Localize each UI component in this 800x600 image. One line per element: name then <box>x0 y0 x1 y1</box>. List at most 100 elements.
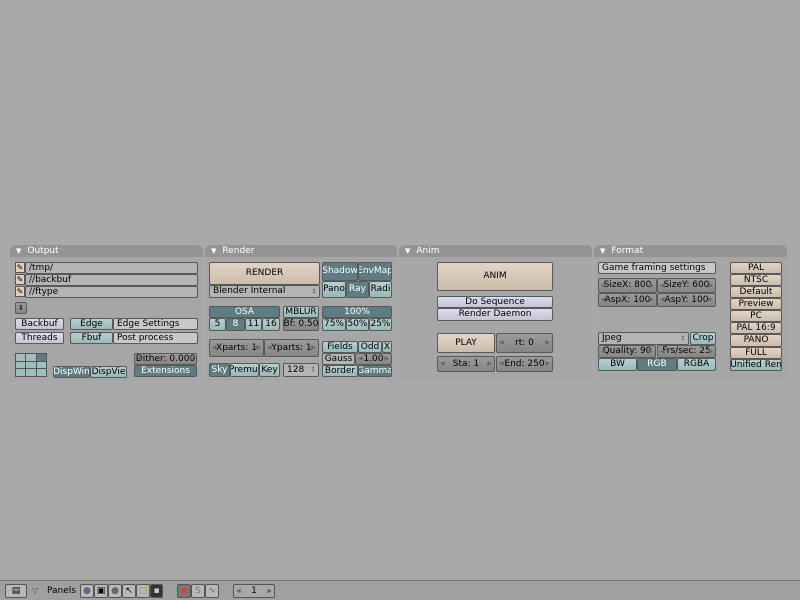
window-type-menu[interactable]: ▤ <box>5 584 27 598</box>
collapse-triangle-icon[interactable]: ▼ <box>211 247 216 255</box>
percent-50-toggle[interactable]: 50% <box>346 318 369 331</box>
rgba-toggle[interactable]: RGBA <box>677 358 716 371</box>
aspx-field[interactable]: ◀ AspX: 100 ▶ <box>598 293 657 307</box>
shadow-toggle[interactable]: Shadow <box>322 262 358 281</box>
preset-default[interactable]: Default <box>730 286 782 298</box>
ray-toggle[interactable]: Ray <box>346 281 369 298</box>
premul-toggle[interactable]: Premul <box>230 363 259 377</box>
odd-toggle[interactable]: Odd <box>358 341 382 353</box>
bf-field[interactable]: Bf: 0.50 <box>283 318 319 331</box>
scene-select-button[interactable]: ⇕ <box>15 302 27 314</box>
folder-icon[interactable]: ✎ <box>15 286 25 297</box>
osa-level-5[interactable]: 5 <box>209 318 226 331</box>
backbuf-path-field[interactable]: //backbuf <box>25 274 198 286</box>
osa-level-11[interactable]: 11 <box>245 318 262 331</box>
rgb-toggle[interactable]: RGB <box>637 358 677 371</box>
pano-toggle[interactable]: Pano <box>322 281 346 298</box>
sizey-field[interactable]: ◀ SizeY: 600 ▶ <box>657 278 716 293</box>
output-panel-header[interactable]: ▼ Output <box>10 245 203 257</box>
fields-toggle[interactable]: Fields <box>322 341 358 353</box>
fbuf-toggle[interactable]: Fbuf <box>70 332 113 344</box>
anim-subcontext-icon[interactable]: S <box>191 584 205 598</box>
dispview-toggle[interactable]: DispVie <box>90 366 127 378</box>
collapse-triangle-icon[interactable]: ▼ <box>405 247 410 255</box>
editing-context-icon[interactable]: □ <box>136 584 150 598</box>
osa-level-8[interactable]: 8 <box>226 318 245 331</box>
osa-level-16[interactable]: 16 <box>262 318 280 331</box>
render-subcontext-icon[interactable]: ▪ <box>177 584 191 598</box>
crop-toggle[interactable]: Crop <box>690 332 716 345</box>
post-process-button[interactable]: Post process <box>113 332 198 344</box>
dither-field[interactable]: ◀ Dither: 0.000 ▶ <box>134 353 197 365</box>
key-toggle[interactable]: Key <box>259 363 280 377</box>
xparts-field[interactable]: ◀ Xparts: 1 ▶ <box>209 339 264 357</box>
filter-select[interactable]: Gauss <box>322 353 355 365</box>
folder-icon[interactable]: ✎ <box>15 274 25 285</box>
quality-field[interactable]: ◀ Quality: 90 ▶ <box>598 345 656 358</box>
preset-pc[interactable]: PC <box>730 310 782 322</box>
current-frame-field[interactable]: ◀ 1 ▶ <box>233 584 275 598</box>
shading-context-icon[interactable]: ● <box>108 584 122 598</box>
script-context-icon[interactable]: ▣ <box>94 584 108 598</box>
renderer-value: Blender Internal <box>213 286 286 296</box>
percent-75-toggle[interactable]: 75% <box>322 318 346 331</box>
start-frame-field[interactable]: ◀ Sta: 1 ▶ <box>437 356 495 372</box>
buttons-window-header: ▤ ▽ Panels ● ▣ ● ↖ □ ▪ ▪ S ∿ ◀ 1 ▶ <box>0 580 800 600</box>
dispwin-toggle[interactable]: DispWin <box>53 366 90 378</box>
render-button[interactable]: RENDER <box>209 262 320 285</box>
percent-100-toggle[interactable]: 100% <box>322 306 392 318</box>
backbuf-button[interactable]: Backbuf <box>15 318 64 330</box>
renderer-select[interactable]: Blender Internal ⇕ <box>209 285 320 298</box>
do-sequence-toggle[interactable]: Do Sequence <box>437 296 553 308</box>
filter-size-field[interactable]: ◀ 1.00 ▶ <box>355 353 392 365</box>
rt-field[interactable]: ◀ rt: 0 ▶ <box>496 333 553 353</box>
game-framing-button[interactable]: Game framing settings <box>598 262 716 274</box>
unified-renderer-toggle[interactable]: Unified Ren <box>730 359 782 371</box>
preset-full[interactable]: FULL <box>730 347 782 359</box>
collapse-header-icon[interactable]: ▽ <box>32 586 38 595</box>
file-type-select[interactable]: Jpeg ⇕ <box>598 332 689 345</box>
format-panel-header[interactable]: ▼ Format <box>594 245 787 257</box>
extensions-toggle[interactable]: Extensions <box>134 365 197 377</box>
scene-context-icon[interactable]: ▪ <box>150 584 163 598</box>
border-grid-selector[interactable] <box>15 353 47 377</box>
end-frame-field[interactable]: ◀ End: 250 ▶ <box>496 356 553 372</box>
folder-icon[interactable]: ✎ <box>15 262 25 273</box>
gamma-toggle[interactable]: Gamma <box>358 365 392 377</box>
x-toggle[interactable]: X <box>382 341 392 353</box>
mblur-toggle[interactable]: MBLUR <box>283 306 319 318</box>
osa-toggle[interactable]: OSA <box>209 306 280 318</box>
bw-toggle[interactable]: BW <box>598 358 637 371</box>
logic-context-icon[interactable]: ● <box>80 584 94 598</box>
threads-button[interactable]: Threads <box>15 332 64 344</box>
border-toggle[interactable]: Border <box>322 365 358 377</box>
preset-pal-16-9[interactable]: PAL 16:9 <box>730 322 782 334</box>
play-button[interactable]: PLAY <box>437 333 495 353</box>
yparts-field[interactable]: ◀ Yparts: 1 ▶ <box>264 339 319 357</box>
bits-select[interactable]: 128 ⇕ <box>283 363 319 377</box>
radi-toggle[interactable]: Radi <box>369 281 392 298</box>
render-panel-header[interactable]: ▼ Render <box>205 245 397 257</box>
preset-preview[interactable]: Preview <box>730 298 782 310</box>
collapse-triangle-icon[interactable]: ▼ <box>16 247 21 255</box>
percent-25-toggle[interactable]: 25% <box>369 318 392 331</box>
collapse-triangle-icon[interactable]: ▼ <box>600 247 605 255</box>
sound-subcontext-icon[interactable]: ∿ <box>205 584 219 598</box>
ftype-path-field[interactable]: //ftype <box>25 286 198 298</box>
envmap-toggle[interactable]: EnvMap <box>358 262 392 281</box>
edge-settings-button[interactable]: Edge Settings <box>113 318 198 330</box>
render-daemon-toggle[interactable]: Render Daemon <box>437 308 553 321</box>
object-context-icon[interactable]: ↖ <box>122 584 136 598</box>
sizex-field[interactable]: ◀ SizeX: 800 ▶ <box>598 278 657 293</box>
edge-toggle[interactable]: Edge <box>70 318 113 330</box>
output-path-field[interactable]: /tmp/ <box>25 262 198 274</box>
anim-button[interactable]: ANIM <box>437 262 553 291</box>
preset-ntsc[interactable]: NTSC <box>730 274 782 286</box>
sky-toggle[interactable]: Sky <box>209 363 230 377</box>
anim-panel-header[interactable]: ▼ Anim <box>399 245 592 257</box>
preset-pano[interactable]: PANO <box>730 334 782 347</box>
fps-field[interactable]: ◀ Frs/sec: 25 ▶ <box>657 345 716 358</box>
preset-pal[interactable]: PAL <box>730 262 782 274</box>
aspy-field[interactable]: ◀ AspY: 100 ▶ <box>657 293 716 307</box>
yparts-value: Yparts: 1 <box>271 342 312 353</box>
